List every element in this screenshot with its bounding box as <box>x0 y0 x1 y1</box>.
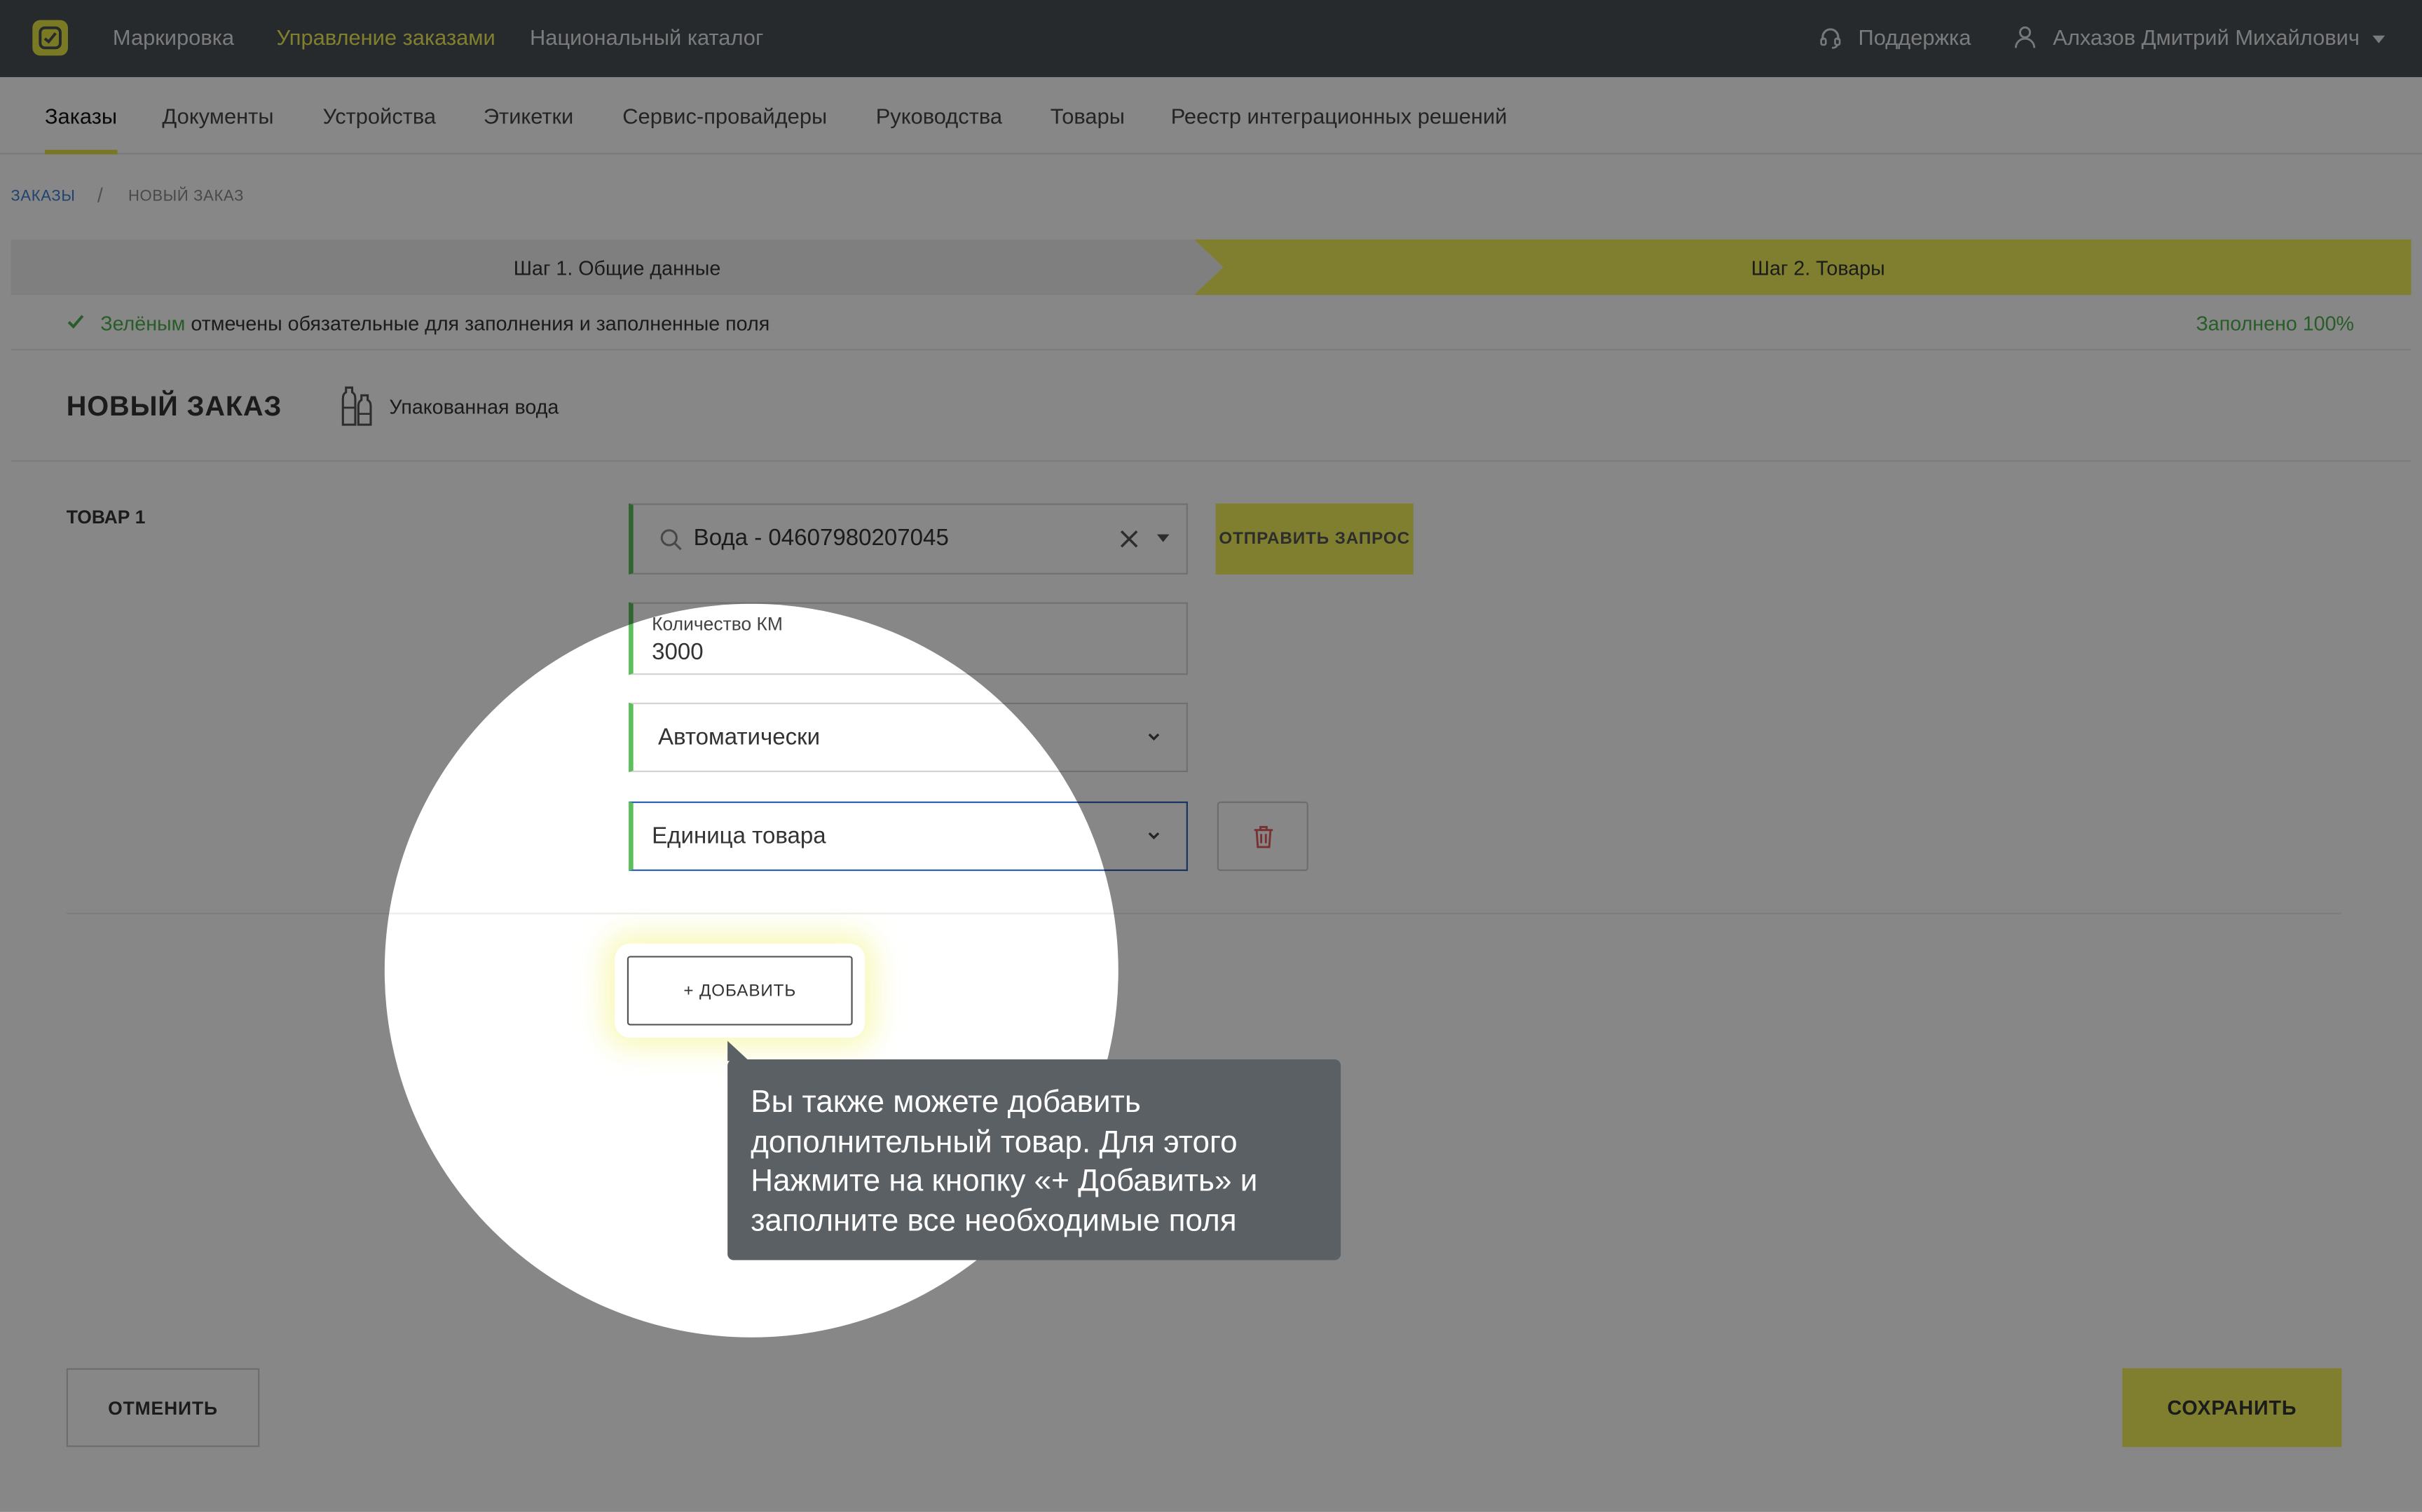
step-goods[interactable]: Шаг 2. Товары <box>1193 239 2411 295</box>
tab-devices[interactable]: Устройства <box>323 104 436 128</box>
chevron-down-icon <box>2372 35 2385 43</box>
top-navbar: Маркировка Управление заказами Националь… <box>0 0 2422 78</box>
chevron-down-icon[interactable] <box>1156 534 1170 542</box>
hint-text: Зелёным отмечены обязательные для заполн… <box>100 312 769 335</box>
logo-icon[interactable] <box>32 20 68 56</box>
tab-guides[interactable]: Руководства <box>876 104 1002 128</box>
tab-orders[interactable]: Заказы <box>45 104 117 128</box>
item-label: ТОВАР 1 <box>66 506 146 528</box>
headset-icon <box>1818 25 1842 49</box>
sub-navbar: Заказы Документы Устройства Этикетки Сер… <box>0 77 2422 155</box>
active-tab-indicator <box>44 149 118 155</box>
tab-service-providers[interactable]: Сервис-провайдеры <box>622 104 827 128</box>
breadcrumb-current: НОВЫЙ ЗАКАЗ <box>128 188 245 206</box>
hint-rest: отмечены обязательные для заполнения и з… <box>185 312 770 336</box>
chevron-down-icon <box>1148 733 1160 741</box>
clear-icon[interactable] <box>1118 528 1140 550</box>
unit-value: Единица товара <box>652 823 826 850</box>
page-title: НОВЫЙ ЗАКАЗ <box>66 390 282 422</box>
product-category: Упакованная вода <box>389 395 559 419</box>
unit-select[interactable]: Единица товара <box>629 801 1188 872</box>
mode-value: Автоматически <box>657 724 821 751</box>
nav-order-management[interactable]: Управление заказами <box>277 25 495 49</box>
required-fields-hint: Зелёным отмечены обязательные для заполн… <box>11 294 2411 351</box>
user-icon <box>2013 25 2037 49</box>
search-icon <box>660 529 682 551</box>
tooltip-arrow <box>727 1040 749 1061</box>
onboarding-tooltip: Вы также можете добавить дополнительный … <box>727 1059 1341 1260</box>
delete-item-button[interactable] <box>1217 801 1308 872</box>
support-link[interactable]: Поддержка <box>1859 25 1971 49</box>
breadcrumb-separator: / <box>97 184 104 207</box>
quantity-field[interactable]: Количество КМ 3000 <box>629 602 1188 675</box>
product-search-value: Вода - 04607980207045 <box>693 525 949 551</box>
quantity-value: 3000 <box>652 639 704 666</box>
fill-progress: Заполнено 100% <box>2196 312 2355 336</box>
quantity-label: Количество КМ <box>652 613 783 635</box>
step-general-data[interactable]: Шаг 1. Общие данные <box>11 239 1224 295</box>
bottles-icon <box>338 386 376 428</box>
mode-select[interactable]: Автоматически <box>629 702 1188 773</box>
add-item-button[interactable]: + ДОБАВИТЬ <box>627 956 853 1026</box>
item-divider <box>66 912 2342 914</box>
save-button[interactable]: СОХРАНИТЬ <box>2122 1368 2342 1448</box>
check-icon <box>67 315 84 329</box>
nav-national-catalog[interactable]: Национальный каталог <box>530 25 763 49</box>
user-menu[interactable]: Алхазов Дмитрий Михайлович <box>2053 25 2385 50</box>
breadcrumb-orders[interactable]: ЗАКАЗЫ <box>11 188 75 205</box>
wizard-steps: Шаг 1. Общие данные Шаг 2. Товары <box>11 239 2411 295</box>
page: Маркировка Управление заказами Националь… <box>0 0 2422 1512</box>
tab-labels[interactable]: Этикетки <box>484 104 573 128</box>
cancel-button[interactable]: ОТМЕНИТЬ <box>66 1368 260 1448</box>
trash-icon <box>1253 825 1273 848</box>
nav-marking[interactable]: Маркировка <box>113 25 234 49</box>
product-search-select[interactable]: Вода - 04607980207045 <box>629 503 1188 575</box>
tab-documents[interactable]: Документы <box>162 104 273 128</box>
user-name: Алхазов Дмитрий Михайлович <box>2053 25 2360 50</box>
tab-goods[interactable]: Товары <box>1051 104 1125 128</box>
send-request-button[interactable]: ОТПРАВИТЬ ЗАПРОС <box>1215 503 1414 575</box>
header-divider <box>11 460 2411 462</box>
chevron-down-icon <box>1148 832 1160 840</box>
hint-green-word: Зелёным <box>100 312 186 336</box>
tab-integration-registry[interactable]: Реестр интеграционных решений <box>1171 104 1507 128</box>
